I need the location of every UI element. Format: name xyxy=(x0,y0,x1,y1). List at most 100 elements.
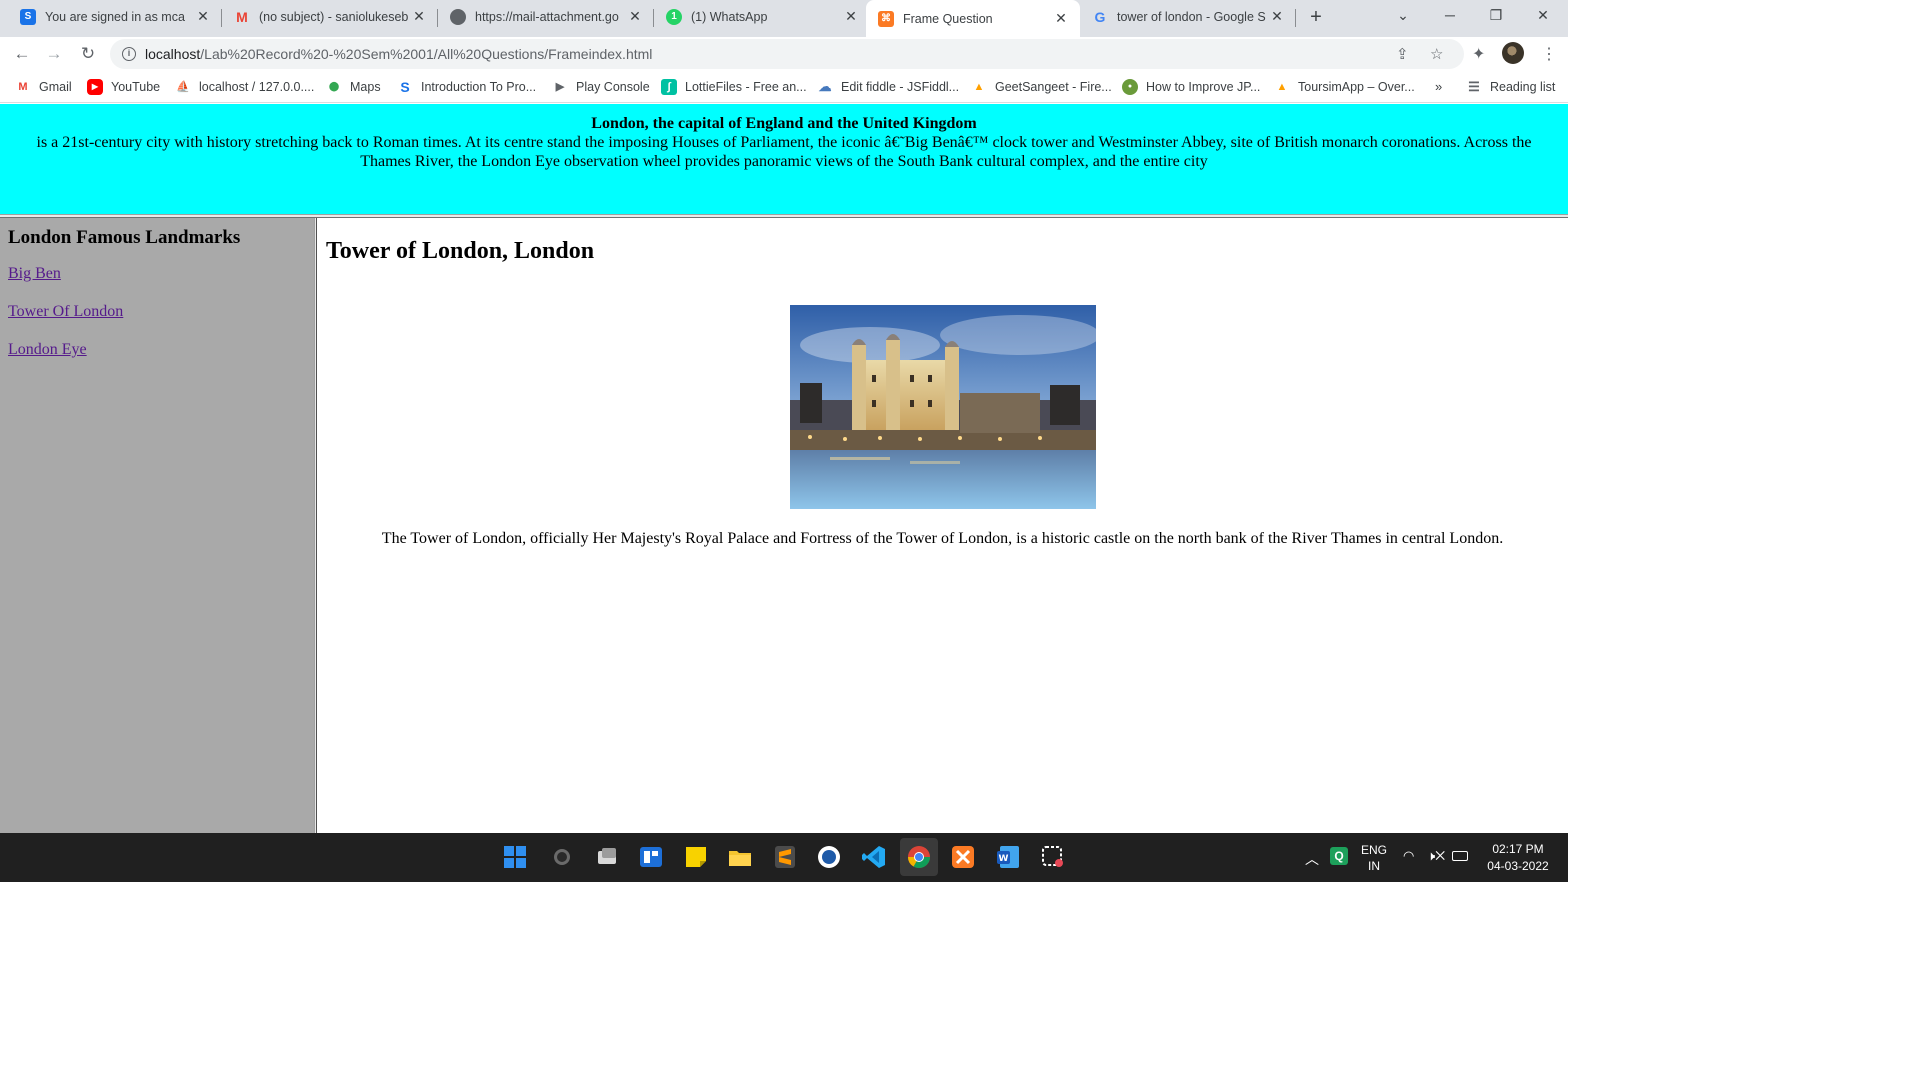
close-icon[interactable]: ✕ xyxy=(626,8,644,25)
sidebar-link-london-eye[interactable]: London Eye xyxy=(8,340,306,359)
xampp-icon[interactable] xyxy=(950,844,976,870)
bookmark-star-icon[interactable]: ☆ xyxy=(1430,45,1443,63)
bookmark-label: GeetSangeet - Fire... xyxy=(995,79,1112,94)
play-console-icon: ▶ xyxy=(555,81,565,93)
bookmark-tourismapp[interactable]: ▲ ToursimApp – Over... xyxy=(1274,71,1415,102)
phpmyadmin-icon: ⛵ xyxy=(176,81,190,93)
svg-text:W: W xyxy=(999,854,1009,864)
word-icon[interactable]: W xyxy=(995,844,1021,870)
tab-frame-question[interactable]: ⌘ Frame Question ✕ xyxy=(866,0,1080,37)
close-icon[interactable]: ✕ xyxy=(1268,8,1286,25)
bookmark-label: Gmail xyxy=(39,79,72,94)
browser-toolbar: ← → ↻ i localhost/Lab%20Record%20-%20Sem… xyxy=(0,37,1568,71)
tab-whatsapp[interactable]: 1 (1) WhatsApp ✕ xyxy=(654,0,870,33)
app-circle-icon[interactable] xyxy=(816,844,842,870)
language-indicator[interactable]: ENG IN xyxy=(1358,842,1390,874)
windows-start-icon[interactable] xyxy=(502,844,528,870)
close-icon[interactable]: ✕ xyxy=(1052,10,1070,27)
tray-app-icon[interactable]: Q xyxy=(1330,847,1348,865)
vscode-icon[interactable] xyxy=(861,844,887,870)
bookmark-youtube[interactable]: ▶ YouTube xyxy=(87,71,160,102)
show-hidden-icons-chevron-icon[interactable]: ︿ xyxy=(1305,849,1319,869)
search-icon[interactable] xyxy=(549,844,575,870)
bookmarks-bar: M Gmail ▶ YouTube ⛵ localhost / 127.0.0....… xyxy=(0,71,1568,103)
volume-muted-icon[interactable]: 🕨✕ xyxy=(1427,848,1445,864)
widgets-icon[interactable] xyxy=(638,844,664,870)
header-frame: London, the capital of England and the U… xyxy=(0,104,1568,214)
tab-mail-attachment[interactable]: https://mail-attachment.go ✕ xyxy=(438,0,654,33)
tab-title: tower of london - Google S xyxy=(1117,9,1266,24)
file-explorer-icon[interactable] xyxy=(727,844,753,870)
minimize-button[interactable]: ─ xyxy=(1427,0,1473,33)
extensions-puzzle-icon[interactable]: ✦ xyxy=(1472,44,1485,64)
reading-list-button[interactable]: ☰ Reading list xyxy=(1466,71,1555,102)
close-icon[interactable]: ✕ xyxy=(410,8,428,25)
tab-search-chevron-icon[interactable]: ⌄ xyxy=(1380,0,1426,33)
site-info-icon[interactable]: i xyxy=(122,47,136,61)
jsfiddle-icon: ☁ xyxy=(818,78,832,94)
s-icon: S xyxy=(20,8,36,25)
bookmark-intro-to-pro[interactable]: S Introduction To Pro... xyxy=(397,71,536,102)
tab-signed-in[interactable]: S You are signed in as mca ✕ xyxy=(0,0,222,33)
bookmark-label: How to Improve JP... xyxy=(1146,79,1261,94)
snipping-tool-icon[interactable] xyxy=(1040,844,1066,870)
bookmark-gmail[interactable]: M Gmail xyxy=(15,71,72,102)
header-paragraph: is a 21st-century city with history stre… xyxy=(36,134,1532,170)
sticky-notes-icon[interactable] xyxy=(683,844,709,870)
reload-icon[interactable]: ↻ xyxy=(75,41,101,67)
new-tab-button[interactable]: + xyxy=(1304,6,1328,30)
firebase-icon: ▲ xyxy=(973,80,985,93)
url-text: localhost/Lab%20Record%20-%20Sem%2001/Al… xyxy=(145,46,652,62)
bookmark-improve-jp[interactable]: ● How to Improve JP... xyxy=(1122,71,1260,102)
gmail-icon: M xyxy=(18,80,28,93)
tab-gmail[interactable]: M (no subject) - saniolukeseb ✕ xyxy=(222,0,438,33)
web-page: London, the capital of England and the U… xyxy=(0,104,1568,833)
sidebar-link-big-ben[interactable]: Big Ben xyxy=(8,264,306,283)
bookmark-maps[interactable]: ⬤ Maps xyxy=(326,71,381,102)
sidebar-link-tower-of-london[interactable]: Tower Of London xyxy=(8,302,306,321)
url-host: localhost xyxy=(145,46,201,62)
bookmark-jsfiddle[interactable]: ☁ Edit fiddle - JSFiddl... xyxy=(817,71,960,102)
bookmark-label: YouTube xyxy=(111,79,161,94)
bookmark-lottiefiles[interactable]: ∫ LottieFiles - Free an... xyxy=(661,71,807,102)
gmail-icon: M xyxy=(236,8,248,25)
task-view-icon[interactable] xyxy=(594,844,620,870)
firebase-icon: ▲ xyxy=(1276,80,1288,93)
close-window-button[interactable]: ✕ xyxy=(1520,0,1566,33)
forward-arrow-icon[interactable]: → xyxy=(41,41,67,67)
tab-google-search[interactable]: G tower of london - Google S ✕ xyxy=(1082,0,1296,33)
more-bookmarks-chevron-icon[interactable]: » xyxy=(1435,71,1442,102)
tab-title: (1) WhatsApp xyxy=(691,9,768,24)
chrome-icon[interactable] xyxy=(900,838,938,876)
whatsapp-icon: 1 xyxy=(666,8,682,25)
close-icon[interactable]: ✕ xyxy=(194,8,212,25)
bookmark-label: LottieFiles - Free an... xyxy=(685,79,807,94)
menu-kebab-icon[interactable]: ⋮ xyxy=(1541,44,1557,64)
url-path: /Lab%20Record%20-%20Sem%2001/All%20Quest… xyxy=(200,46,653,62)
tab-strip: S You are signed in as mca ✕ M (no subje… xyxy=(0,0,1568,37)
address-bar[interactable]: i localhost/Lab%20Record%20-%20Sem%2001/… xyxy=(110,39,1464,69)
battery-icon[interactable] xyxy=(1452,851,1468,861)
wifi-icon[interactable]: ◠ xyxy=(1403,848,1414,864)
language-code: ENG xyxy=(1360,843,1387,857)
tab-title: (no subject) - saniolukeseb xyxy=(259,9,409,24)
tab-title: You are signed in as mca xyxy=(45,9,185,24)
clock[interactable]: 02:17 PM 04-03-2022 xyxy=(1482,841,1554,875)
bookmark-play-console[interactable]: ▶ Play Console xyxy=(552,71,650,102)
sidebar-title: London Famous Landmarks xyxy=(8,227,241,248)
clock-date: 04-03-2022 xyxy=(1487,859,1549,873)
bookmark-label: Play Console xyxy=(576,79,650,94)
profile-avatar[interactable] xyxy=(1502,42,1524,64)
site-icon: ● xyxy=(1122,78,1138,95)
bookmark-geetsangeet[interactable]: ▲ GeetSangeet - Fire... xyxy=(971,71,1112,102)
screen: S You are signed in as mca ✕ M (no subje… xyxy=(0,0,1568,882)
sublime-text-icon[interactable] xyxy=(772,844,798,870)
back-arrow-icon[interactable]: ← xyxy=(9,41,35,67)
restore-button[interactable]: ❐ xyxy=(1473,0,1519,33)
close-icon[interactable]: ✕ xyxy=(842,8,860,25)
bookmark-label: Introduction To Pro... xyxy=(421,79,537,94)
share-icon[interactable]: ⇪ xyxy=(1396,45,1409,63)
header-heading: London, the capital of England and the U… xyxy=(591,115,977,132)
bookmark-localhost[interactable]: ⛵ localhost / 127.0.0.... xyxy=(175,71,314,102)
tab-title: https://mail-attachment.go xyxy=(475,9,619,24)
